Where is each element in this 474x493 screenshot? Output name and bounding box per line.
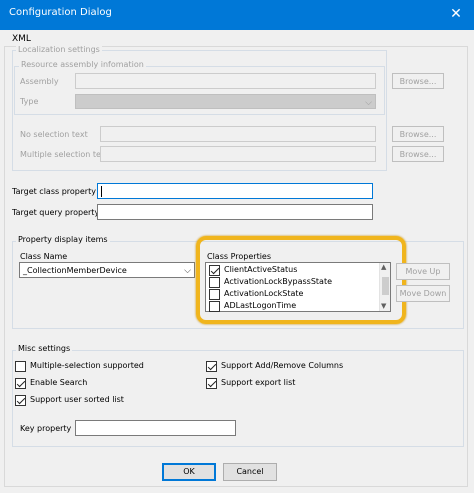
- misc-settings-legend: Misc settings: [16, 344, 73, 353]
- scroll-up-icon[interactable]: ▲: [381, 263, 386, 271]
- user-sorted-list-checkbox[interactable]: [15, 395, 26, 406]
- property-display-legend: Property display items: [16, 235, 110, 244]
- assembly-field[interactable]: [75, 73, 376, 89]
- type-label: Type: [20, 97, 39, 106]
- class-properties-list[interactable]: ClientActiveStatus ActivationLockBypassS…: [205, 262, 391, 312]
- list-item-label: ActivationLockState: [224, 289, 304, 298]
- class-properties-label: Class Properties: [207, 252, 272, 261]
- text-caret: [101, 186, 102, 197]
- class-name-label: Class Name: [20, 252, 68, 261]
- list-item-label: ActivationLockBypassState: [224, 277, 333, 286]
- move-down-button[interactable]: Move Down: [396, 285, 450, 302]
- target-query-input[interactable]: [97, 204, 373, 220]
- class-name-value: _CollectionMemberDevice: [23, 266, 127, 275]
- user-sorted-list-label: Support user sorted list: [30, 395, 124, 404]
- scroll-down-icon[interactable]: ▼: [381, 302, 386, 310]
- checkbox-activation-lock-bypass-state[interactable]: [209, 277, 220, 288]
- target-class-input[interactable]: [97, 183, 373, 199]
- multi-selection-checkbox[interactable]: [15, 361, 26, 372]
- ok-button[interactable]: OK: [162, 463, 216, 481]
- class-name-combo[interactable]: _CollectionMemberDevice ⌵: [19, 262, 195, 278]
- move-up-button[interactable]: Move Up: [396, 263, 450, 280]
- chevron-down-icon: ⌵: [184, 266, 191, 276]
- target-class-label: Target class property: [12, 187, 96, 196]
- add-remove-columns-label: Support Add/Remove Columns: [221, 361, 344, 370]
- localization-legend: Localization settings: [16, 45, 102, 54]
- tab-xml[interactable]: XML: [12, 34, 31, 44]
- checkbox-ad-last-logon-time[interactable]: [209, 301, 220, 312]
- multiple-selection-browse-button[interactable]: Browse...: [392, 146, 444, 162]
- key-property-input[interactable]: [75, 420, 236, 436]
- checkbox-client-active-status[interactable]: [209, 265, 220, 276]
- list-scrollbar[interactable]: ▲ ▼: [379, 263, 390, 311]
- enable-search-checkbox[interactable]: [15, 378, 26, 389]
- enable-search-label: Enable Search: [30, 378, 88, 387]
- close-icon[interactable]: ✕: [446, 4, 466, 24]
- add-remove-columns-checkbox[interactable]: [206, 361, 217, 372]
- list-item-label: ADLastLogonTime: [224, 301, 297, 310]
- no-selection-browse-button[interactable]: Browse...: [392, 126, 444, 142]
- type-combo[interactable]: ⌵: [75, 94, 376, 109]
- chevron-down-icon: ⌵: [365, 98, 372, 108]
- window-title: Configuration Dialog: [9, 7, 112, 18]
- resource-assembly-legend: Resource assembly infomation: [19, 60, 146, 69]
- target-query-label: Target query property: [12, 208, 100, 217]
- key-property-label: Key property: [20, 424, 72, 433]
- assembly-label: Assembly: [20, 77, 59, 86]
- scroll-thumb[interactable]: [382, 277, 389, 295]
- multi-selection-label: Multiple-selection supported: [30, 361, 144, 370]
- no-selection-field[interactable]: [100, 126, 376, 142]
- list-item-label: ClientActiveStatus: [224, 265, 298, 274]
- export-list-label: Support export list: [221, 378, 296, 387]
- no-selection-label: No selection text: [20, 130, 88, 139]
- checkbox-activation-lock-state[interactable]: [209, 289, 220, 300]
- export-list-checkbox[interactable]: [206, 378, 217, 389]
- multiple-selection-label: Multiple selection text: [20, 150, 109, 159]
- assembly-browse-button[interactable]: Browse...: [392, 73, 444, 89]
- cancel-button[interactable]: Cancel: [223, 463, 277, 481]
- multiple-selection-field[interactable]: [100, 146, 376, 162]
